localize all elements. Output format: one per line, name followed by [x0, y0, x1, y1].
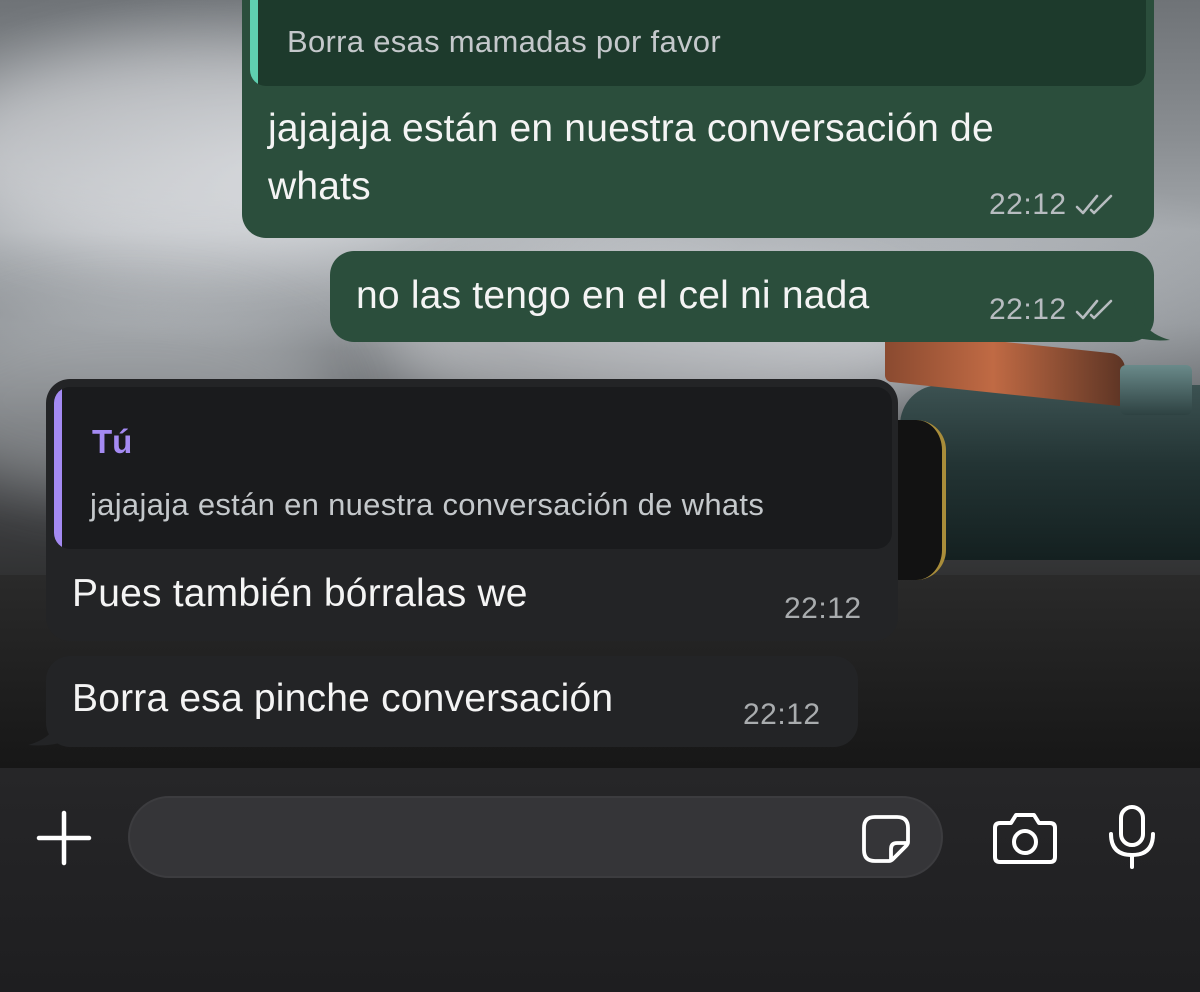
- message-bubble-incoming[interactable]: Tú jajajaja están en nuestra conversació…: [46, 379, 898, 641]
- message-meta: 22:12: [989, 293, 1117, 327]
- message-time: 22:12: [743, 698, 821, 731]
- quote-bar: [54, 387, 62, 549]
- camera-icon: [993, 813, 1057, 864]
- message-meta: 22:12: [784, 592, 862, 626]
- message-input[interactable]: [160, 798, 860, 876]
- bubble-tail-incoming: [28, 707, 68, 746]
- message-bubble-incoming[interactable]: Borra esa pinche conversación 22:12: [46, 656, 858, 747]
- bubble-tail-outgoing: [1130, 302, 1170, 341]
- message-input-field[interactable]: [128, 796, 943, 878]
- double-check-read-icon: [1075, 194, 1112, 215]
- quoted-text: Borra esas mamadas por favor: [287, 24, 721, 59]
- quoted-author: Tú: [92, 423, 133, 460]
- message-time: 22:12: [784, 592, 862, 625]
- message-line: whats: [268, 165, 371, 208]
- message-text: Borra esa pinche conversación: [72, 677, 614, 720]
- camera-button[interactable]: [990, 806, 1060, 870]
- message-bubble-outgoing[interactable]: no las tengo en el cel ni nada 22:12: [330, 251, 1154, 342]
- sticker-button[interactable]: [858, 812, 914, 866]
- message-time: 22:12: [989, 293, 1067, 326]
- message-text: no las tengo en el cel ni nada: [356, 274, 870, 317]
- message-text: jajajaja están en nuestra conversación d…: [268, 100, 994, 216]
- microphone-icon: [1109, 805, 1155, 869]
- voice-message-button[interactable]: [1100, 800, 1164, 874]
- message-line: jajajaja están en nuestra conversación d…: [268, 107, 994, 150]
- message-bubble-outgoing[interactable]: Borra esas mamadas por favor jajajaja es…: [242, 0, 1154, 238]
- quote-bar: [250, 0, 258, 86]
- message-composer: [0, 768, 1200, 992]
- plus-icon: [36, 810, 92, 866]
- attach-button[interactable]: [30, 804, 98, 872]
- message-text: Pues también bórralas we: [72, 572, 528, 615]
- wallpaper-car-fin: [1120, 365, 1192, 415]
- sticker-icon: [862, 815, 910, 863]
- message-time: 22:12: [989, 188, 1067, 221]
- quoted-reply[interactable]: Borra esas mamadas por favor: [250, 0, 1146, 86]
- quoted-reply[interactable]: Tú jajajaja están en nuestra conversació…: [54, 387, 892, 549]
- message-meta: 22:12: [743, 698, 821, 732]
- quoted-text: jajajaja están en nuestra conversación d…: [90, 487, 765, 522]
- message-meta: 22:12: [989, 188, 1117, 222]
- wallpaper-car-tire: [896, 420, 946, 580]
- double-check-read-icon: [1075, 299, 1112, 320]
